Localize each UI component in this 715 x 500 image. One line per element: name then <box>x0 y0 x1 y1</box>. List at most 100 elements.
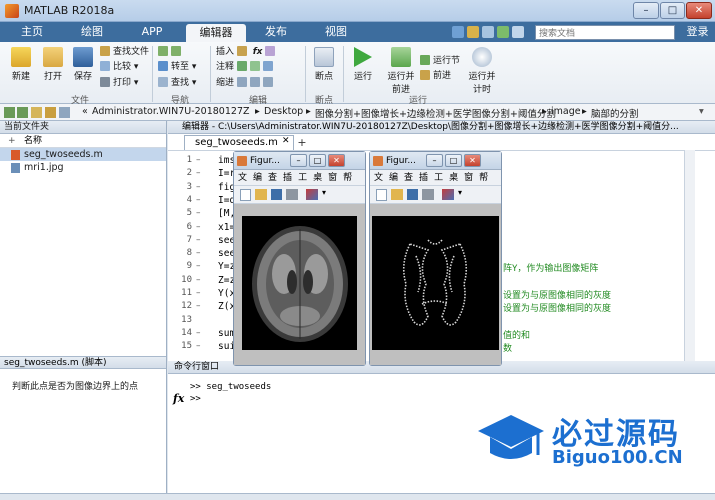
browse-folder-icon[interactable] <box>45 107 56 118</box>
breakpoint-marker[interactable]: – <box>196 288 206 298</box>
editor-scrollbar[interactable] <box>684 150 695 361</box>
cut-quick-icon[interactable] <box>467 26 479 38</box>
dropdown-icon[interactable]: ▾ <box>458 188 462 197</box>
tab-apps[interactable]: APP <box>132 22 172 42</box>
command-prompt[interactable]: >> <box>190 394 201 404</box>
goto-button[interactable]: 转至 ▾ <box>158 61 196 73</box>
advance-button[interactable]: 前进 <box>420 70 451 82</box>
add-tab-icon[interactable]: + <box>295 137 309 149</box>
breakpoints-button[interactable]: 断点 <box>309 47 339 82</box>
comment-button[interactable]: 注释 <box>216 61 276 73</box>
tab-editor[interactable]: 编辑器 <box>186 24 246 42</box>
menu-tools[interactable]: 工 <box>298 173 307 183</box>
name-column-header[interactable]: 名称 + <box>0 134 166 148</box>
menu-tools[interactable]: 工 <box>434 173 443 183</box>
indent-button[interactable]: 缩进 <box>216 77 276 89</box>
menu-view[interactable]: 查 <box>404 173 413 183</box>
breakpoint-marker[interactable]: – <box>196 301 206 311</box>
breakpoint-marker[interactable]: – <box>196 182 206 192</box>
menu-help[interactable]: 帮 <box>343 173 352 183</box>
minimize-button[interactable]: – <box>426 154 443 167</box>
insert-button[interactable]: 插入 fx <box>216 46 278 58</box>
new-button[interactable]: 新建 <box>6 47 36 82</box>
close-button[interactable]: ✕ <box>328 154 345 167</box>
path-collapse[interactable]: « <box>82 106 88 117</box>
menu-file[interactable]: 文 <box>374 173 383 183</box>
menu-file[interactable]: 文 <box>238 173 247 183</box>
menu-desktop[interactable]: 桌 <box>449 173 458 183</box>
back-icon[interactable] <box>4 107 15 118</box>
print-button[interactable]: 打印 ▾ <box>100 77 138 89</box>
find-button[interactable]: 查找 ▾ <box>158 77 196 89</box>
save-icon[interactable] <box>271 189 282 200</box>
minimize-button[interactable]: – <box>633 2 659 19</box>
compare-button[interactable]: 比较 ▾ <box>100 61 138 73</box>
minimize-button[interactable]: – <box>290 154 307 167</box>
breakpoint-marker[interactable]: – <box>196 341 206 351</box>
maximize-button[interactable]: □ <box>309 154 326 167</box>
run-section-button[interactable]: 运行节 <box>420 55 460 67</box>
maximize-button[interactable]: □ <box>445 154 462 167</box>
tab-plots[interactable]: 绘图 <box>72 22 112 42</box>
new-figure-icon[interactable] <box>376 189 387 201</box>
brush-icon[interactable] <box>442 189 454 200</box>
path-segment-brain[interactable]: 脑部的分割 <box>591 106 639 120</box>
breakpoint-marker[interactable]: – <box>196 208 206 218</box>
undo-quick-icon[interactable] <box>497 26 509 38</box>
forward-icon[interactable] <box>17 107 28 118</box>
breakpoint-marker[interactable]: – <box>196 222 206 232</box>
run-and-time-button[interactable]: 运行并 计时 <box>466 47 498 95</box>
help-quick-icon[interactable] <box>512 26 524 38</box>
brush-icon[interactable] <box>306 189 318 200</box>
figure-window-1[interactable]: Figur... – □ ✕ 文编查插工桌窗帮 ▾ <box>233 151 366 366</box>
menu-view[interactable]: 查 <box>268 173 277 183</box>
menu-insert[interactable]: 插 <box>419 173 428 183</box>
print-icon[interactable] <box>286 189 298 200</box>
menu-help[interactable]: 帮 <box>479 173 488 183</box>
file-item[interactable]: mri1.jpg <box>0 161 166 174</box>
dropdown-arrow-icon[interactable] <box>59 107 70 118</box>
search-input[interactable] <box>535 25 675 40</box>
tab-publish[interactable]: 发布 <box>256 22 296 42</box>
tab-view[interactable]: 视图 <box>316 22 356 42</box>
breakpoint-marker[interactable]: – <box>196 248 206 258</box>
open-button[interactable]: 打开 <box>38 47 68 82</box>
new-figure-icon[interactable] <box>240 189 251 201</box>
copy-quick-icon[interactable] <box>482 26 494 38</box>
save-button[interactable]: 保存 <box>70 47 96 82</box>
breakpoint-marker[interactable]: – <box>196 168 206 178</box>
find-files-button[interactable]: 查找文件 <box>100 46 149 58</box>
breakpoint-marker[interactable]: – <box>196 275 206 285</box>
path-segment-project[interactable]: 图像分割+图像增长+边缘检测+医学图像分割+阈值分割 <box>315 106 556 120</box>
menu-insert[interactable]: 插 <box>283 173 292 183</box>
menu-edit[interactable]: 编 <box>389 173 398 183</box>
breakpoint-marker[interactable]: – <box>196 261 206 271</box>
nav-back-button[interactable] <box>158 46 184 58</box>
save-icon[interactable] <box>407 189 418 200</box>
path-segment-desktop[interactable]: Desktop <box>264 106 303 117</box>
run-advance-button[interactable]: 运行并 前进 <box>384 47 418 95</box>
breakpoint-marker[interactable]: – <box>196 328 206 338</box>
open-icon[interactable] <box>391 189 403 200</box>
close-button[interactable]: ✕ <box>464 154 481 167</box>
file-item[interactable]: seg_twoseeds.m <box>0 148 166 161</box>
tab-close-icon[interactable]: ✕ <box>282 136 290 146</box>
menu-window[interactable]: 窗 <box>464 173 473 183</box>
menu-desktop[interactable]: 桌 <box>313 173 322 183</box>
path-segment-image[interactable]: image <box>551 106 581 117</box>
menu-edit[interactable]: 编 <box>253 173 262 183</box>
path-dropdown[interactable]: ▾ <box>699 106 704 117</box>
up-folder-icon[interactable] <box>31 107 42 118</box>
menu-window[interactable]: 窗 <box>328 173 337 183</box>
maximize-button[interactable]: □ <box>660 2 685 19</box>
fx-icon[interactable]: fx <box>173 392 184 405</box>
editor-tab[interactable]: seg_twoseeds.m <box>184 135 294 150</box>
breakpoint-marker[interactable]: – <box>196 235 206 245</box>
dropdown-icon[interactable]: ▾ <box>322 188 326 197</box>
run-button[interactable]: 运行 <box>348 47 378 82</box>
save-quick-icon[interactable] <box>452 26 464 38</box>
breakpoint-marker[interactable]: – <box>196 195 206 205</box>
login-button[interactable]: 登录 <box>680 22 715 42</box>
close-button[interactable]: ✕ <box>686 2 712 19</box>
print-icon[interactable] <box>422 189 434 200</box>
